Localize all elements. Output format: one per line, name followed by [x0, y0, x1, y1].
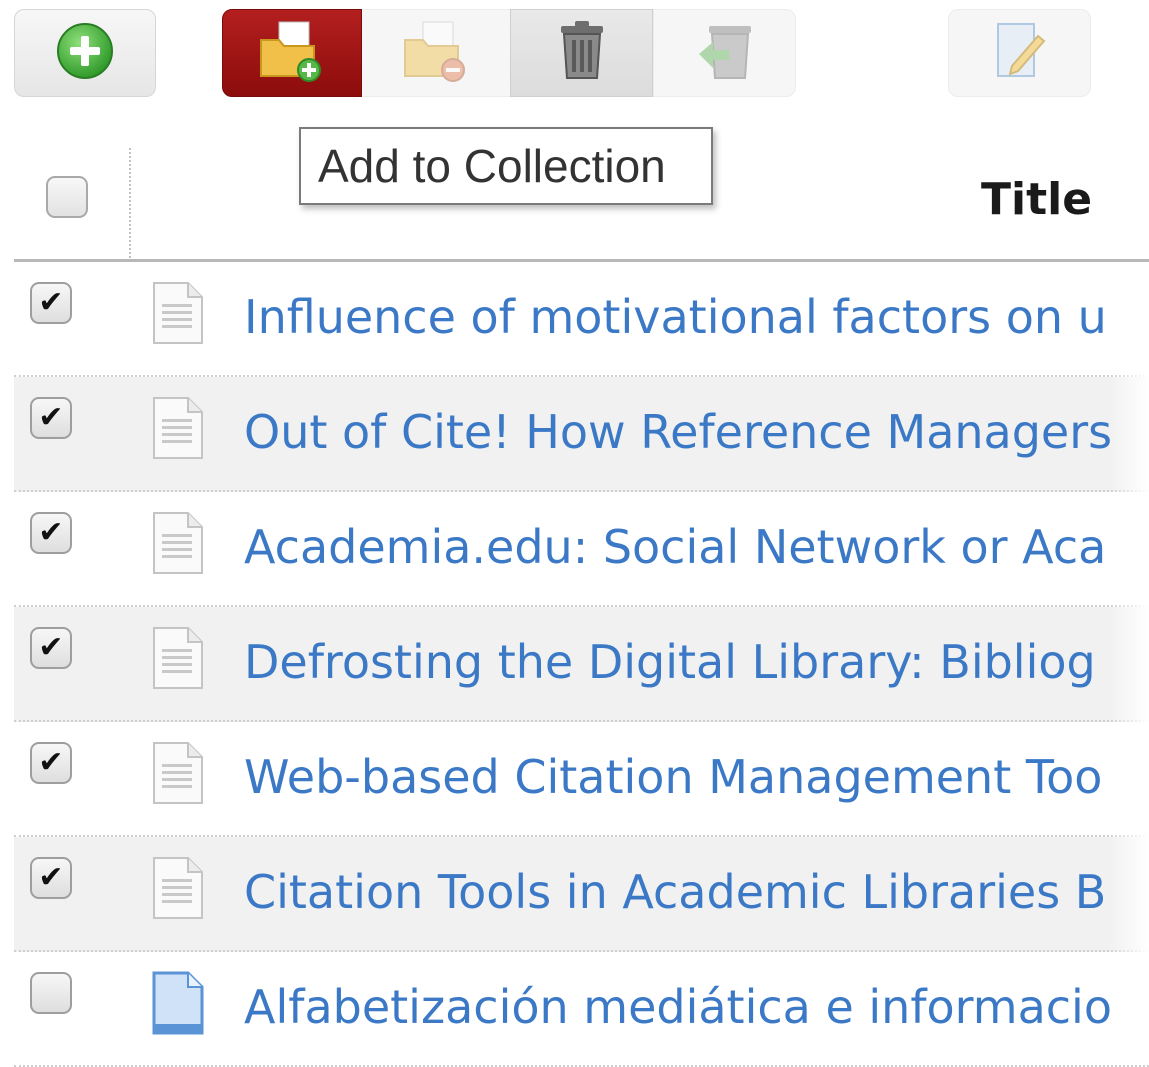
document-icon [148, 855, 208, 921]
table-row[interactable]: ✔ Web-based Citation Management Too [14, 722, 1149, 837]
row-checkbox[interactable]: ✔ [30, 857, 72, 899]
folder-remove-icon [401, 20, 471, 86]
table-row[interactable]: ✔ Influence of motivational factors on u [14, 262, 1149, 377]
item-title-link[interactable]: Out of Cite! How Reference Managers [244, 405, 1112, 459]
restore-from-trash-button[interactable] [653, 9, 796, 97]
table-row[interactable]: ✔ Defrosting the Digital Library: Bibliog [14, 607, 1149, 722]
item-title-link[interactable]: Defrosting the Digital Library: Bibliog [244, 635, 1096, 689]
move-to-trash-button[interactable] [510, 9, 653, 97]
column-divider [129, 148, 131, 262]
row-checkbox[interactable] [30, 972, 72, 1014]
tooltip-text: Add to Collection [318, 140, 666, 192]
document-icon [148, 395, 208, 461]
remove-from-collection-button[interactable] [362, 9, 510, 97]
row-checkbox[interactable]: ✔ [30, 627, 72, 669]
table-row[interactable]: ✔ Academia.edu: Social Network or Aca [14, 492, 1149, 607]
tooltip: Add to Collection [299, 127, 713, 205]
edit-item-button[interactable] [948, 9, 1091, 97]
add-to-collection-button[interactable] [222, 9, 362, 97]
row-checkbox[interactable]: ✔ [30, 282, 72, 324]
title-column-header[interactable]: Title [981, 174, 1092, 225]
item-title-link[interactable]: Citation Tools in Academic Libraries B [244, 865, 1106, 919]
document-icon [148, 625, 208, 691]
table-row[interactable]: Alfabetización mediática e informacio [14, 952, 1149, 1067]
restore-trash-icon [693, 20, 757, 86]
trash-icon [555, 20, 609, 86]
table-row[interactable]: ✔ Citation Tools in Academic Libraries B [14, 837, 1149, 952]
plus-circle-icon [56, 22, 114, 84]
document-icon [148, 510, 208, 576]
item-title-link[interactable]: Web-based Citation Management Too [244, 750, 1102, 804]
blue-document-icon [148, 970, 208, 1036]
new-item-button[interactable] [14, 9, 156, 97]
table-row[interactable]: ✔ Out of Cite! How Reference Managers [14, 377, 1149, 492]
edit-document-icon [990, 20, 1050, 86]
row-checkbox[interactable]: ✔ [30, 512, 72, 554]
row-checkbox[interactable]: ✔ [30, 742, 72, 784]
item-title-link[interactable]: Academia.edu: Social Network or Aca [244, 520, 1106, 574]
item-list: ✔ Influence of motivational factors on u ✔… [0, 262, 1149, 1067]
folder-add-icon [257, 20, 327, 86]
document-icon [148, 740, 208, 806]
select-all-checkbox[interactable] [46, 176, 88, 218]
document-icon [148, 280, 208, 346]
item-title-link[interactable]: Influence of motivational factors on u [244, 290, 1107, 344]
row-checkbox[interactable]: ✔ [30, 397, 72, 439]
item-title-link[interactable]: Alfabetización mediática e informacio [244, 980, 1112, 1034]
